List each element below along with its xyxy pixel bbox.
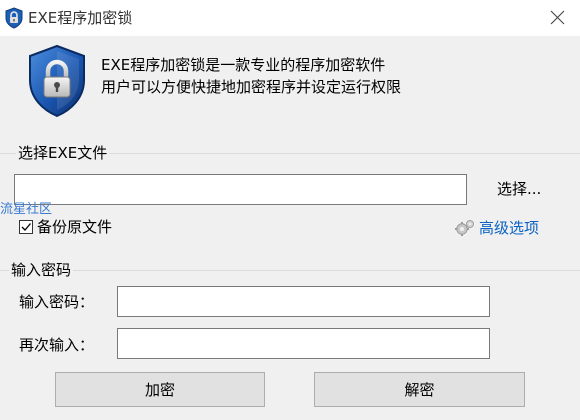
confirm-password-label: 再次输入： — [19, 336, 95, 354]
file-path-input[interactable] — [14, 174, 467, 205]
advanced-options-link[interactable]: 高级选项 — [454, 218, 539, 238]
decrypt-button[interactable]: 解密 — [314, 372, 525, 407]
browse-button[interactable]: 选择... — [497, 179, 541, 199]
file-group-title: 选择EXE文件 — [16, 143, 110, 163]
password-label: 输入密码： — [19, 293, 95, 311]
lock-shield-icon — [29, 44, 85, 118]
advanced-options-label[interactable]: 高级选项 — [479, 218, 539, 238]
lock-shield-icon — [5, 7, 23, 29]
checkbox-box[interactable] — [19, 220, 33, 234]
main-window: EXE程序加密锁 EXE程序加密锁是一款专业的程序加密软件 用户可以方便快捷地加… — [0, 0, 580, 420]
description-line-2: 用户可以方便快捷地加密程序并设定运行权限 — [101, 78, 402, 96]
password-groupbox — [0, 270, 580, 271]
close-icon — [550, 10, 565, 25]
password-input[interactable] — [117, 286, 490, 317]
check-icon — [21, 223, 31, 231]
title-bar[interactable]: EXE程序加密锁 — [0, 0, 580, 36]
description-line-1: EXE程序加密锁是一款专业的程序加密软件 — [101, 56, 386, 74]
close-button[interactable] — [534, 0, 580, 36]
gear-icon — [455, 220, 474, 236]
encrypt-button[interactable]: 加密 — [55, 372, 265, 407]
backup-checkbox[interactable]: 备份原文件 — [19, 217, 112, 237]
backup-checkbox-label[interactable]: 备份原文件 — [37, 217, 112, 237]
window-title: EXE程序加密锁 — [28, 9, 133, 27]
watermark-text: 流星社区 — [0, 202, 53, 217]
confirm-password-input[interactable] — [117, 328, 490, 359]
password-group-title: 输入密码 — [9, 260, 74, 280]
